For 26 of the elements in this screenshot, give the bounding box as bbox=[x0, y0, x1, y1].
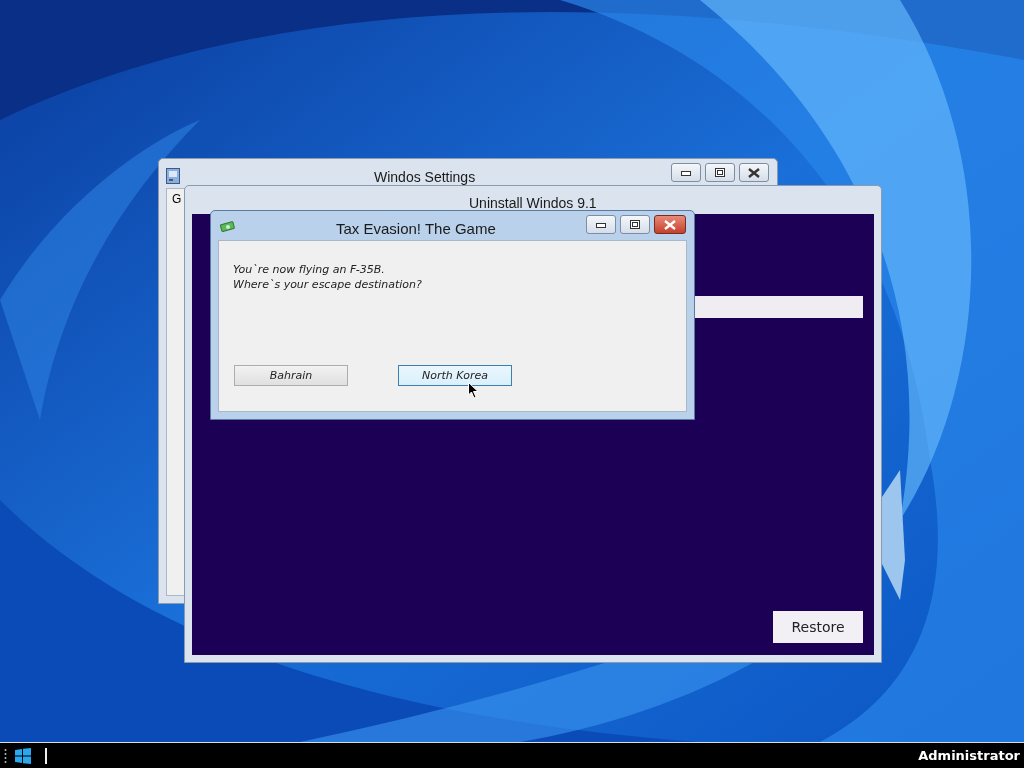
close-button[interactable] bbox=[654, 215, 686, 234]
window-title: Uninstall Windos 9.1 bbox=[469, 195, 597, 211]
choice-button[interactable]: Bahrain bbox=[234, 365, 348, 386]
user-name[interactable]: Administrator bbox=[918, 748, 1020, 763]
close-icon bbox=[664, 219, 676, 230]
grip-icon bbox=[4, 747, 7, 764]
maximize-icon bbox=[630, 220, 640, 229]
close-button[interactable] bbox=[739, 163, 769, 182]
window-title: Windos Settings bbox=[374, 169, 476, 185]
settings-window-icon bbox=[166, 167, 180, 184]
cursor-icon bbox=[468, 382, 479, 399]
settings-label: G bbox=[172, 192, 182, 206]
minimize-icon bbox=[681, 169, 691, 176]
minimize-icon bbox=[596, 221, 606, 228]
minimize-button[interactable] bbox=[671, 163, 701, 182]
restore-button[interactable]: Restore bbox=[773, 611, 863, 643]
choice-button[interactable]: North Korea bbox=[398, 365, 512, 386]
maximize-button[interactable] bbox=[705, 163, 735, 182]
dialog-message: You`re now flying an F-35B. Where`s your escape destination? bbox=[233, 262, 422, 292]
maximize-icon bbox=[715, 168, 725, 177]
money-icon bbox=[220, 220, 236, 233]
start-icon[interactable] bbox=[15, 747, 31, 764]
minimize-button[interactable] bbox=[586, 215, 616, 234]
window-title: Tax Evasion! The Game bbox=[336, 220, 496, 237]
close-icon bbox=[748, 167, 760, 178]
maximize-button[interactable] bbox=[620, 215, 650, 234]
